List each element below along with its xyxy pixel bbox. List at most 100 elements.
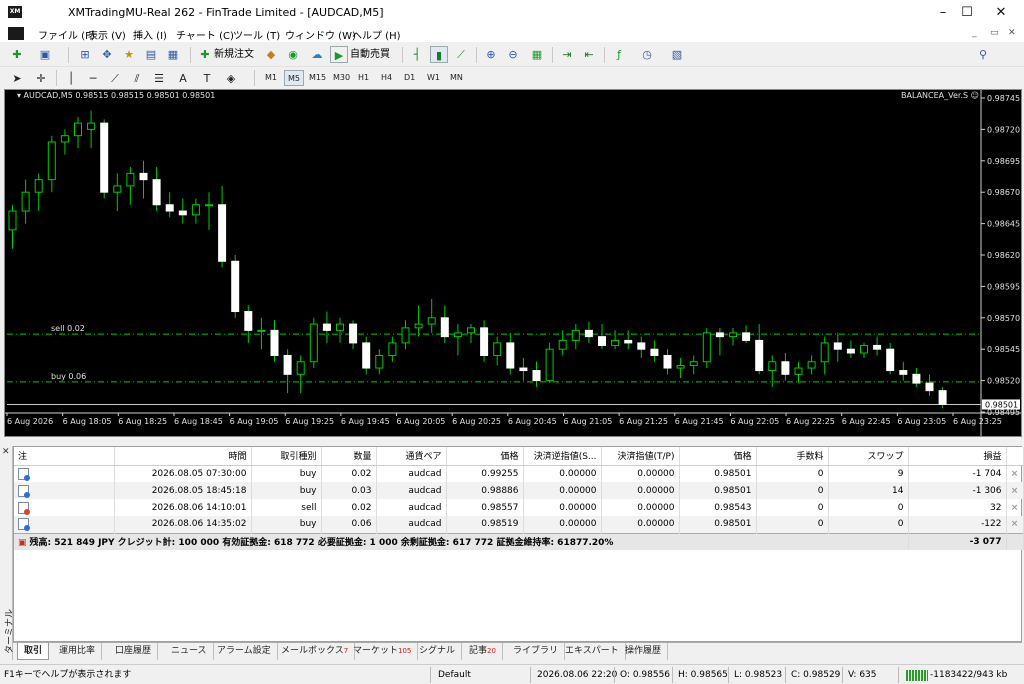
search-icon[interactable]: ⚲ bbox=[974, 46, 992, 63]
table-row[interactable]: 2026.08.06 14:10:01 sell 0.02 audcad 0.9… bbox=[14, 499, 1024, 516]
column-header[interactable]: 価格 bbox=[446, 447, 524, 466]
tab-exposure[interactable]: 運用比率 bbox=[53, 643, 103, 660]
column-header[interactable]: 通貨ペア bbox=[376, 447, 447, 466]
market-watch-icon[interactable]: ⊞ bbox=[76, 46, 94, 63]
tab-journal[interactable]: 操作履歴 bbox=[619, 643, 669, 660]
table-row[interactable]: 2026.08.05 18:45:18 buy 0.03 audcad 0.98… bbox=[14, 482, 1024, 499]
menu-insert[interactable]: 挿入 (I) bbox=[133, 27, 167, 42]
timeframe-mn[interactable]: MN bbox=[447, 70, 466, 86]
timeframe-w1[interactable]: W1 bbox=[424, 70, 443, 86]
data-window-icon[interactable]: ✥ bbox=[98, 46, 116, 63]
line-chart-icon[interactable]: ⟋ bbox=[452, 46, 470, 63]
close-button[interactable]: ✕ bbox=[978, 0, 1024, 26]
menu-tools[interactable]: ツール (T) bbox=[233, 27, 280, 42]
tab-experts[interactable]: エキスパート bbox=[559, 643, 626, 660]
timeframe-m5[interactable]: M5 bbox=[284, 70, 304, 86]
mdi-minimize-button[interactable]: _ bbox=[972, 28, 977, 38]
column-header[interactable]: 注 bbox=[14, 447, 115, 466]
chart-shift-icon[interactable]: ⇥ bbox=[558, 46, 576, 63]
cursor-icon[interactable]: ➤ bbox=[8, 70, 26, 87]
menu-view[interactable]: 表示 (V) bbox=[88, 27, 126, 42]
indicators-icon[interactable]: ƒ bbox=[610, 46, 628, 63]
close-order-icon[interactable]: × bbox=[1006, 516, 1024, 533]
column-header[interactable]: 手数料 bbox=[756, 447, 829, 466]
timeframe-m15[interactable]: M15 bbox=[306, 70, 329, 86]
close-order-icon[interactable]: × bbox=[1006, 482, 1024, 499]
menu-help[interactable]: ヘルプ (H) bbox=[352, 27, 401, 42]
tab-label: マーケット bbox=[353, 646, 399, 656]
menu-chart[interactable]: チャート (C) bbox=[176, 27, 234, 42]
profiles-icon[interactable]: ▣ bbox=[36, 46, 54, 63]
text-icon[interactable]: A bbox=[174, 70, 192, 87]
column-header[interactable]: 決済逆指値(S... bbox=[523, 447, 602, 466]
new-order-icon: ✚ bbox=[200, 48, 210, 61]
table-row[interactable]: 2026.08.06 14:35:02 buy 0.06 audcad 0.98… bbox=[14, 516, 1024, 533]
column-header[interactable]: 数量 bbox=[321, 447, 377, 466]
menu-window[interactable]: ウィンドウ (W) bbox=[285, 27, 356, 42]
new-order-button[interactable]: 新規注文 bbox=[214, 47, 254, 62]
close-order-icon[interactable]: × bbox=[1006, 499, 1024, 516]
tab-market[interactable]: マーケット105 bbox=[347, 643, 419, 660]
order-sl: 0.00000 bbox=[523, 499, 602, 516]
chart-canvas[interactable]: 0.98745 0.98720 0.98695 0.98670 0.98645 0.986… bbox=[5, 90, 1021, 436]
vertical-line-icon[interactable]: │ bbox=[62, 70, 80, 87]
zoom-in-icon[interactable]: ⊕ bbox=[482, 46, 500, 63]
column-header[interactable]: 価格 bbox=[679, 447, 757, 466]
channel-icon[interactable]: ⫽ bbox=[128, 70, 146, 87]
tab-label: シグナル bbox=[419, 646, 456, 656]
column-header[interactable]: 時間 bbox=[114, 447, 252, 466]
column-header[interactable]: 損益 bbox=[908, 447, 1007, 466]
status-separator bbox=[842, 667, 843, 683]
tile-windows-icon[interactable]: ▦ bbox=[528, 46, 546, 63]
new-chart-icon[interactable]: ✚ bbox=[8, 46, 26, 63]
menu-file[interactable]: ファイル (F) bbox=[38, 27, 95, 42]
vps-icon[interactable]: ☁ bbox=[308, 46, 326, 63]
mdi-close-button[interactable]: ✕ bbox=[1008, 28, 1016, 38]
templates-icon[interactable]: ▧ bbox=[668, 46, 686, 63]
terminal-icon[interactable]: ▤ bbox=[142, 46, 160, 63]
tab-news[interactable]: ニュース bbox=[165, 643, 214, 660]
navigator-icon[interactable]: ★ bbox=[120, 46, 138, 63]
tab-articles[interactable]: 記事20 bbox=[463, 643, 503, 660]
table-row[interactable]: 2026.08.05 07:30:00 buy 0.02 audcad 0.99… bbox=[14, 465, 1024, 482]
order-price: 0.98543 bbox=[679, 499, 757, 516]
tab-signals[interactable]: シグナル bbox=[413, 643, 463, 660]
timeframe-m1[interactable]: M1 bbox=[262, 70, 280, 86]
tab-mailbox[interactable]: メールボックス7 bbox=[275, 643, 356, 660]
column-header[interactable]: 決済指値(T/P) bbox=[601, 447, 680, 466]
auto-scroll-icon[interactable]: ⇤ bbox=[580, 46, 598, 63]
terminal-close-icon[interactable]: ✕ bbox=[2, 447, 10, 457]
timeframe-d1[interactable]: D1 bbox=[401, 70, 418, 86]
tab-label: アラーム設定 bbox=[217, 646, 271, 656]
candlestick-icon[interactable]: ▮ bbox=[430, 46, 448, 63]
trendline-icon[interactable]: ⟋ bbox=[106, 70, 124, 87]
auto-trading-button[interactable]: 自動売買 bbox=[350, 47, 390, 62]
column-header[interactable]: スワップ bbox=[828, 447, 909, 466]
mdi-restore-button[interactable]: ▭ bbox=[990, 28, 999, 38]
status-low: L: 0.98523 bbox=[734, 670, 783, 680]
periods-icon[interactable]: ◷ bbox=[638, 46, 656, 63]
crosshair-icon[interactable]: ✛ bbox=[32, 70, 50, 87]
zoom-out-icon[interactable]: ⊖ bbox=[504, 46, 522, 63]
chart-window-icon[interactable] bbox=[8, 27, 24, 40]
column-header[interactable]: 取引種別 bbox=[251, 447, 322, 466]
text-label-icon[interactable]: T bbox=[198, 70, 216, 87]
tab-trade[interactable]: 取引 bbox=[17, 643, 50, 660]
tab-history[interactable]: 口座履歴 bbox=[109, 643, 159, 660]
timeframe-m30[interactable]: M30 bbox=[330, 70, 353, 86]
bar-chart-icon[interactable]: ┤ bbox=[408, 46, 426, 63]
strategy-tester-icon[interactable]: ▦ bbox=[164, 46, 182, 63]
fibonacci-icon[interactable]: ☰ bbox=[150, 70, 168, 87]
horizontal-line-icon[interactable]: ─ bbox=[84, 70, 102, 87]
tab-alerts[interactable]: アラーム設定 bbox=[211, 643, 278, 660]
tab-library[interactable]: ライブラリ bbox=[507, 643, 566, 660]
timeframe-h4[interactable]: H4 bbox=[378, 70, 395, 86]
arrows-icon[interactable]: ◈ bbox=[222, 70, 240, 87]
signals-icon[interactable]: ◉ bbox=[284, 46, 302, 63]
close-order-icon[interactable]: × bbox=[1006, 465, 1024, 482]
price-chart[interactable]: 0.98745 0.98720 0.98695 0.98670 0.98645 0.986… bbox=[4, 89, 1022, 437]
candle-body bbox=[21, 191, 30, 212]
candle-body bbox=[833, 342, 842, 350]
metaeditor-icon[interactable]: ◆ bbox=[262, 46, 280, 63]
timeframe-h1[interactable]: H1 bbox=[355, 70, 372, 86]
